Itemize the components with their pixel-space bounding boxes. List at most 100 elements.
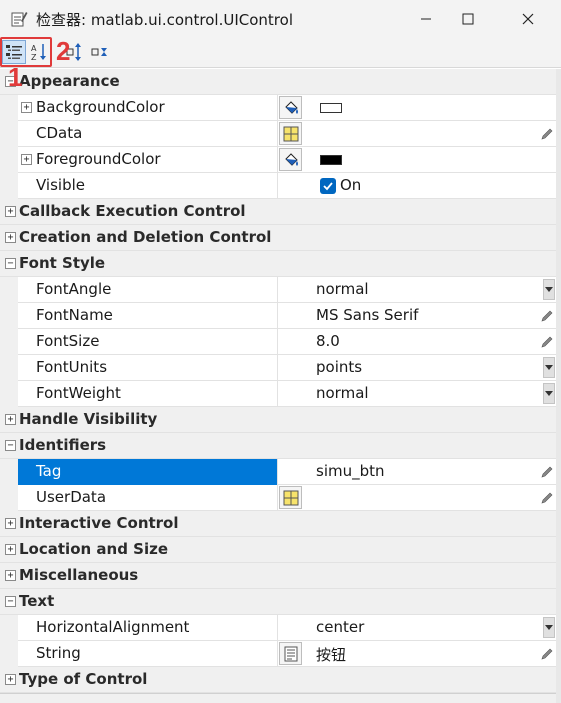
expand-icon[interactable]: +: [5, 570, 16, 581]
expand-icon[interactable]: +: [5, 206, 16, 217]
expand-icon[interactable]: +: [5, 544, 16, 555]
pencil-icon[interactable]: [540, 647, 554, 661]
property-name: String: [36, 644, 81, 662]
collapse-icon[interactable]: −: [5, 258, 16, 269]
property-value[interactable]: normal: [316, 384, 369, 402]
dropdown-button[interactable]: [543, 357, 555, 378]
paint-bucket-icon: [284, 100, 298, 114]
property-value[interactable]: points: [316, 358, 362, 376]
paint-bucket-icon: [284, 152, 298, 166]
color-picker-button[interactable]: [279, 148, 302, 171]
property-name-cell: String: [18, 641, 278, 667]
row-gutter: [0, 173, 18, 199]
property-value[interactable]: MS Sans Serif: [316, 306, 418, 324]
property-value[interactable]: 8.0: [316, 332, 340, 350]
property-name-cell: FontAngle: [18, 277, 278, 303]
dropdown-button[interactable]: [543, 617, 555, 638]
category-interactive[interactable]: + Interactive Control: [0, 511, 556, 537]
maximize-button[interactable]: [445, 0, 491, 38]
row-gutter: [0, 277, 18, 303]
property-name-cell: Tag: [18, 459, 278, 485]
category-label: Location and Size: [19, 540, 169, 558]
property-value[interactable]: simu_btn: [316, 462, 385, 480]
row-gutter: [0, 95, 18, 121]
category-creation[interactable]: + Creation and Deletion Control: [0, 225, 556, 251]
property-row-visible[interactable]: Visible On: [0, 173, 556, 199]
row-gutter: [0, 355, 18, 381]
category-location[interactable]: + Location and Size: [0, 537, 556, 563]
property-row-fontsize[interactable]: FontSize 8.0: [0, 329, 556, 355]
pencil-icon[interactable]: [540, 335, 554, 349]
row-gutter: [0, 459, 18, 485]
property-row-cdata[interactable]: CData: [0, 121, 556, 147]
property-name: FontAngle: [36, 280, 112, 298]
property-name: BackgroundColor: [36, 98, 165, 116]
category-label: Appearance: [19, 72, 120, 90]
pencil-icon[interactable]: [540, 465, 554, 479]
category-label: Identifiers: [19, 436, 107, 454]
expand-icon[interactable]: +: [5, 232, 16, 243]
row-gutter: [0, 615, 18, 641]
collapse-all-icon: [91, 48, 107, 56]
pencil-icon[interactable]: [540, 491, 554, 505]
category-label: Type of Control: [19, 670, 148, 688]
matrix-editor-button[interactable]: [279, 122, 302, 145]
category-text[interactable]: − Text: [0, 589, 556, 615]
chevron-down-icon: [545, 624, 553, 630]
property-name-cell: UserData: [18, 485, 278, 511]
property-name-cell: Visible: [18, 173, 278, 199]
minimize-button[interactable]: [403, 0, 449, 38]
property-row-fontunits[interactable]: FontUnits points: [0, 355, 556, 381]
property-row-userdata[interactable]: UserData: [0, 485, 556, 511]
property-row-foregroundcolor[interactable]: + ForegroundColor: [0, 147, 556, 173]
category-label: Interactive Control: [19, 514, 179, 532]
property-name-cell: FontUnits: [18, 355, 278, 381]
checkmark-icon: [323, 182, 333, 191]
dropdown-button[interactable]: [543, 279, 555, 300]
property-value[interactable]: 按钮: [316, 644, 346, 665]
category-callback[interactable]: + Callback Execution Control: [0, 199, 556, 225]
property-row-string[interactable]: String 按钮: [0, 641, 556, 667]
category-miscellaneous[interactable]: + Miscellaneous: [0, 563, 556, 589]
matrix-editor-button[interactable]: [279, 486, 302, 509]
property-row-fontname[interactable]: FontName MS Sans Serif: [0, 303, 556, 329]
window-title: 检查器: matlab.ui.control.UIControl: [36, 11, 293, 29]
property-name: CData: [36, 124, 83, 142]
category-label: Callback Execution Control: [19, 202, 246, 220]
property-value[interactable]: center: [316, 618, 364, 636]
category-font-style[interactable]: − Font Style: [0, 251, 556, 277]
property-name: FontUnits: [36, 358, 108, 376]
chevron-down-icon: [545, 286, 553, 292]
category-type-of-control[interactable]: + Type of Control: [0, 667, 556, 693]
property-row-tag[interactable]: Tag simu_btn: [0, 459, 556, 485]
category-identifiers[interactable]: − Identifiers: [0, 433, 556, 459]
collapse-icon[interactable]: −: [5, 596, 16, 607]
visible-checkbox[interactable]: [320, 178, 336, 194]
property-value[interactable]: normal: [316, 280, 369, 298]
category-label: Text: [19, 592, 55, 610]
pencil-icon[interactable]: [540, 127, 554, 141]
category-appearance[interactable]: − Appearance: [0, 69, 556, 95]
title-bar: 检查器: matlab.ui.control.UIControl: [0, 0, 561, 38]
callout-number: 2: [56, 36, 71, 66]
checkbox-label: On: [340, 176, 362, 194]
close-button[interactable]: [505, 0, 551, 38]
category-handle-visibility[interactable]: + Handle Visibility: [0, 407, 556, 433]
pencil-icon[interactable]: [540, 309, 554, 323]
property-row-fontweight[interactable]: FontWeight normal: [0, 381, 556, 407]
property-row-horizontalalignment[interactable]: HorizontalAlignment center: [0, 615, 556, 641]
collapse-icon[interactable]: −: [5, 440, 16, 451]
expand-icon[interactable]: +: [5, 518, 16, 529]
expand-icon[interactable]: +: [5, 414, 16, 425]
property-row-fontangle[interactable]: FontAngle normal: [0, 277, 556, 303]
text-editor-button[interactable]: [279, 642, 302, 665]
inspector-icon: [11, 12, 28, 27]
property-name-cell: ForegroundColor: [18, 147, 278, 173]
expand-icon[interactable]: +: [5, 674, 16, 685]
color-picker-button[interactable]: [279, 96, 302, 119]
property-row-backgroundcolor[interactable]: + BackgroundColor: [0, 95, 556, 121]
collapse-all-button[interactable]: [88, 40, 112, 64]
document-text-icon: [284, 646, 297, 661]
dropdown-button[interactable]: [543, 383, 555, 404]
row-gutter: [0, 303, 18, 329]
